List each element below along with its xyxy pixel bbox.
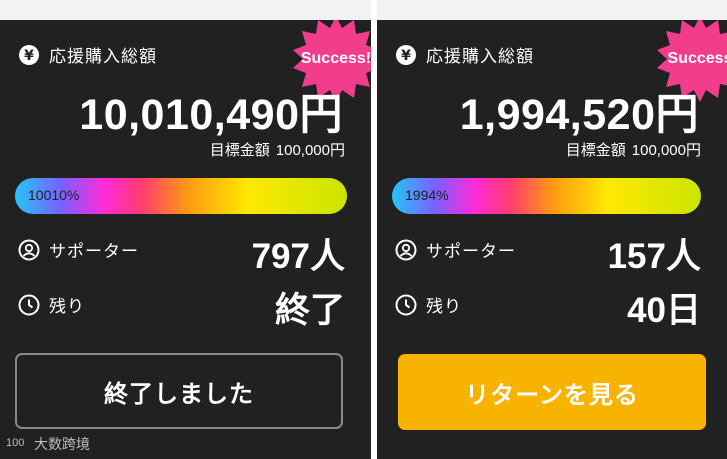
yen-circle-icon: ¥ (395, 44, 417, 66)
watermark-logo: 100 (6, 437, 25, 449)
clock-icon (18, 294, 40, 316)
target-value: 100,000円 (631, 142, 701, 159)
remaining-value: 40日 (627, 291, 701, 330)
svg-text:¥: ¥ (24, 48, 34, 64)
supporters-label: サポーター (49, 242, 139, 262)
badge-text: Success! (300, 50, 371, 67)
page-top-strip (0, 0, 727, 20)
total-amount: 10,010,490円 (79, 91, 343, 139)
supporters-value: 797人 (251, 237, 345, 276)
amount-label: 応援購入総額 (49, 47, 157, 67)
badge-text: Success (667, 50, 727, 67)
progress-label: 1994% (405, 187, 449, 203)
target-value: 100,000円 (275, 142, 345, 159)
supporters-label-row: サポーター (18, 237, 139, 262)
user-circle-icon (18, 239, 40, 261)
remaining-label: 残り (426, 297, 462, 317)
remaining-value: 終了 (274, 291, 345, 330)
remaining-label-row: 残り (395, 292, 462, 317)
supporters-label-row: サポーター (395, 237, 516, 262)
view-returns-button[interactable]: リターンを見る (398, 354, 706, 430)
progress-bar: 1994% (392, 178, 701, 214)
yen-circle-icon: ¥ (18, 44, 40, 66)
funding-card-active: Success ¥ 応援購入総額 1,994,520円 目標金額 100,000円… (377, 20, 727, 459)
clock-icon (395, 294, 417, 316)
target-amount: 目標金額 100,000円 (566, 139, 701, 160)
remaining-label-row: 残り (18, 292, 85, 317)
progress-label: 10010% (28, 187, 80, 203)
progress-bar: 10010% (15, 178, 347, 214)
funding-card-ended: Success! ¥ 応援購入総額 10,010,490円 目標金額 100,00… (0, 20, 371, 459)
ended-button[interactable]: 終了しました (15, 353, 343, 429)
watermark-text: 大数跨境 (34, 437, 90, 453)
target-label: 目標金額 (209, 141, 270, 159)
amount-label-row: ¥ 応援購入総額 (18, 42, 157, 67)
amount-label: 応援購入総額 (426, 47, 534, 67)
total-amount: 1,994,520円 (459, 91, 699, 139)
watermark: 100 大数跨境 (6, 434, 90, 454)
remaining-label: 残り (49, 297, 85, 317)
supporters-label: サポーター (426, 242, 516, 262)
target-amount: 目標金額 100,000円 (210, 139, 345, 160)
user-circle-icon (395, 239, 417, 261)
svg-text:¥: ¥ (401, 48, 411, 64)
amount-label-row: ¥ 応援購入総額 (395, 42, 534, 67)
target-label: 目標金額 (565, 141, 626, 159)
supporters-value: 157人 (607, 237, 701, 276)
